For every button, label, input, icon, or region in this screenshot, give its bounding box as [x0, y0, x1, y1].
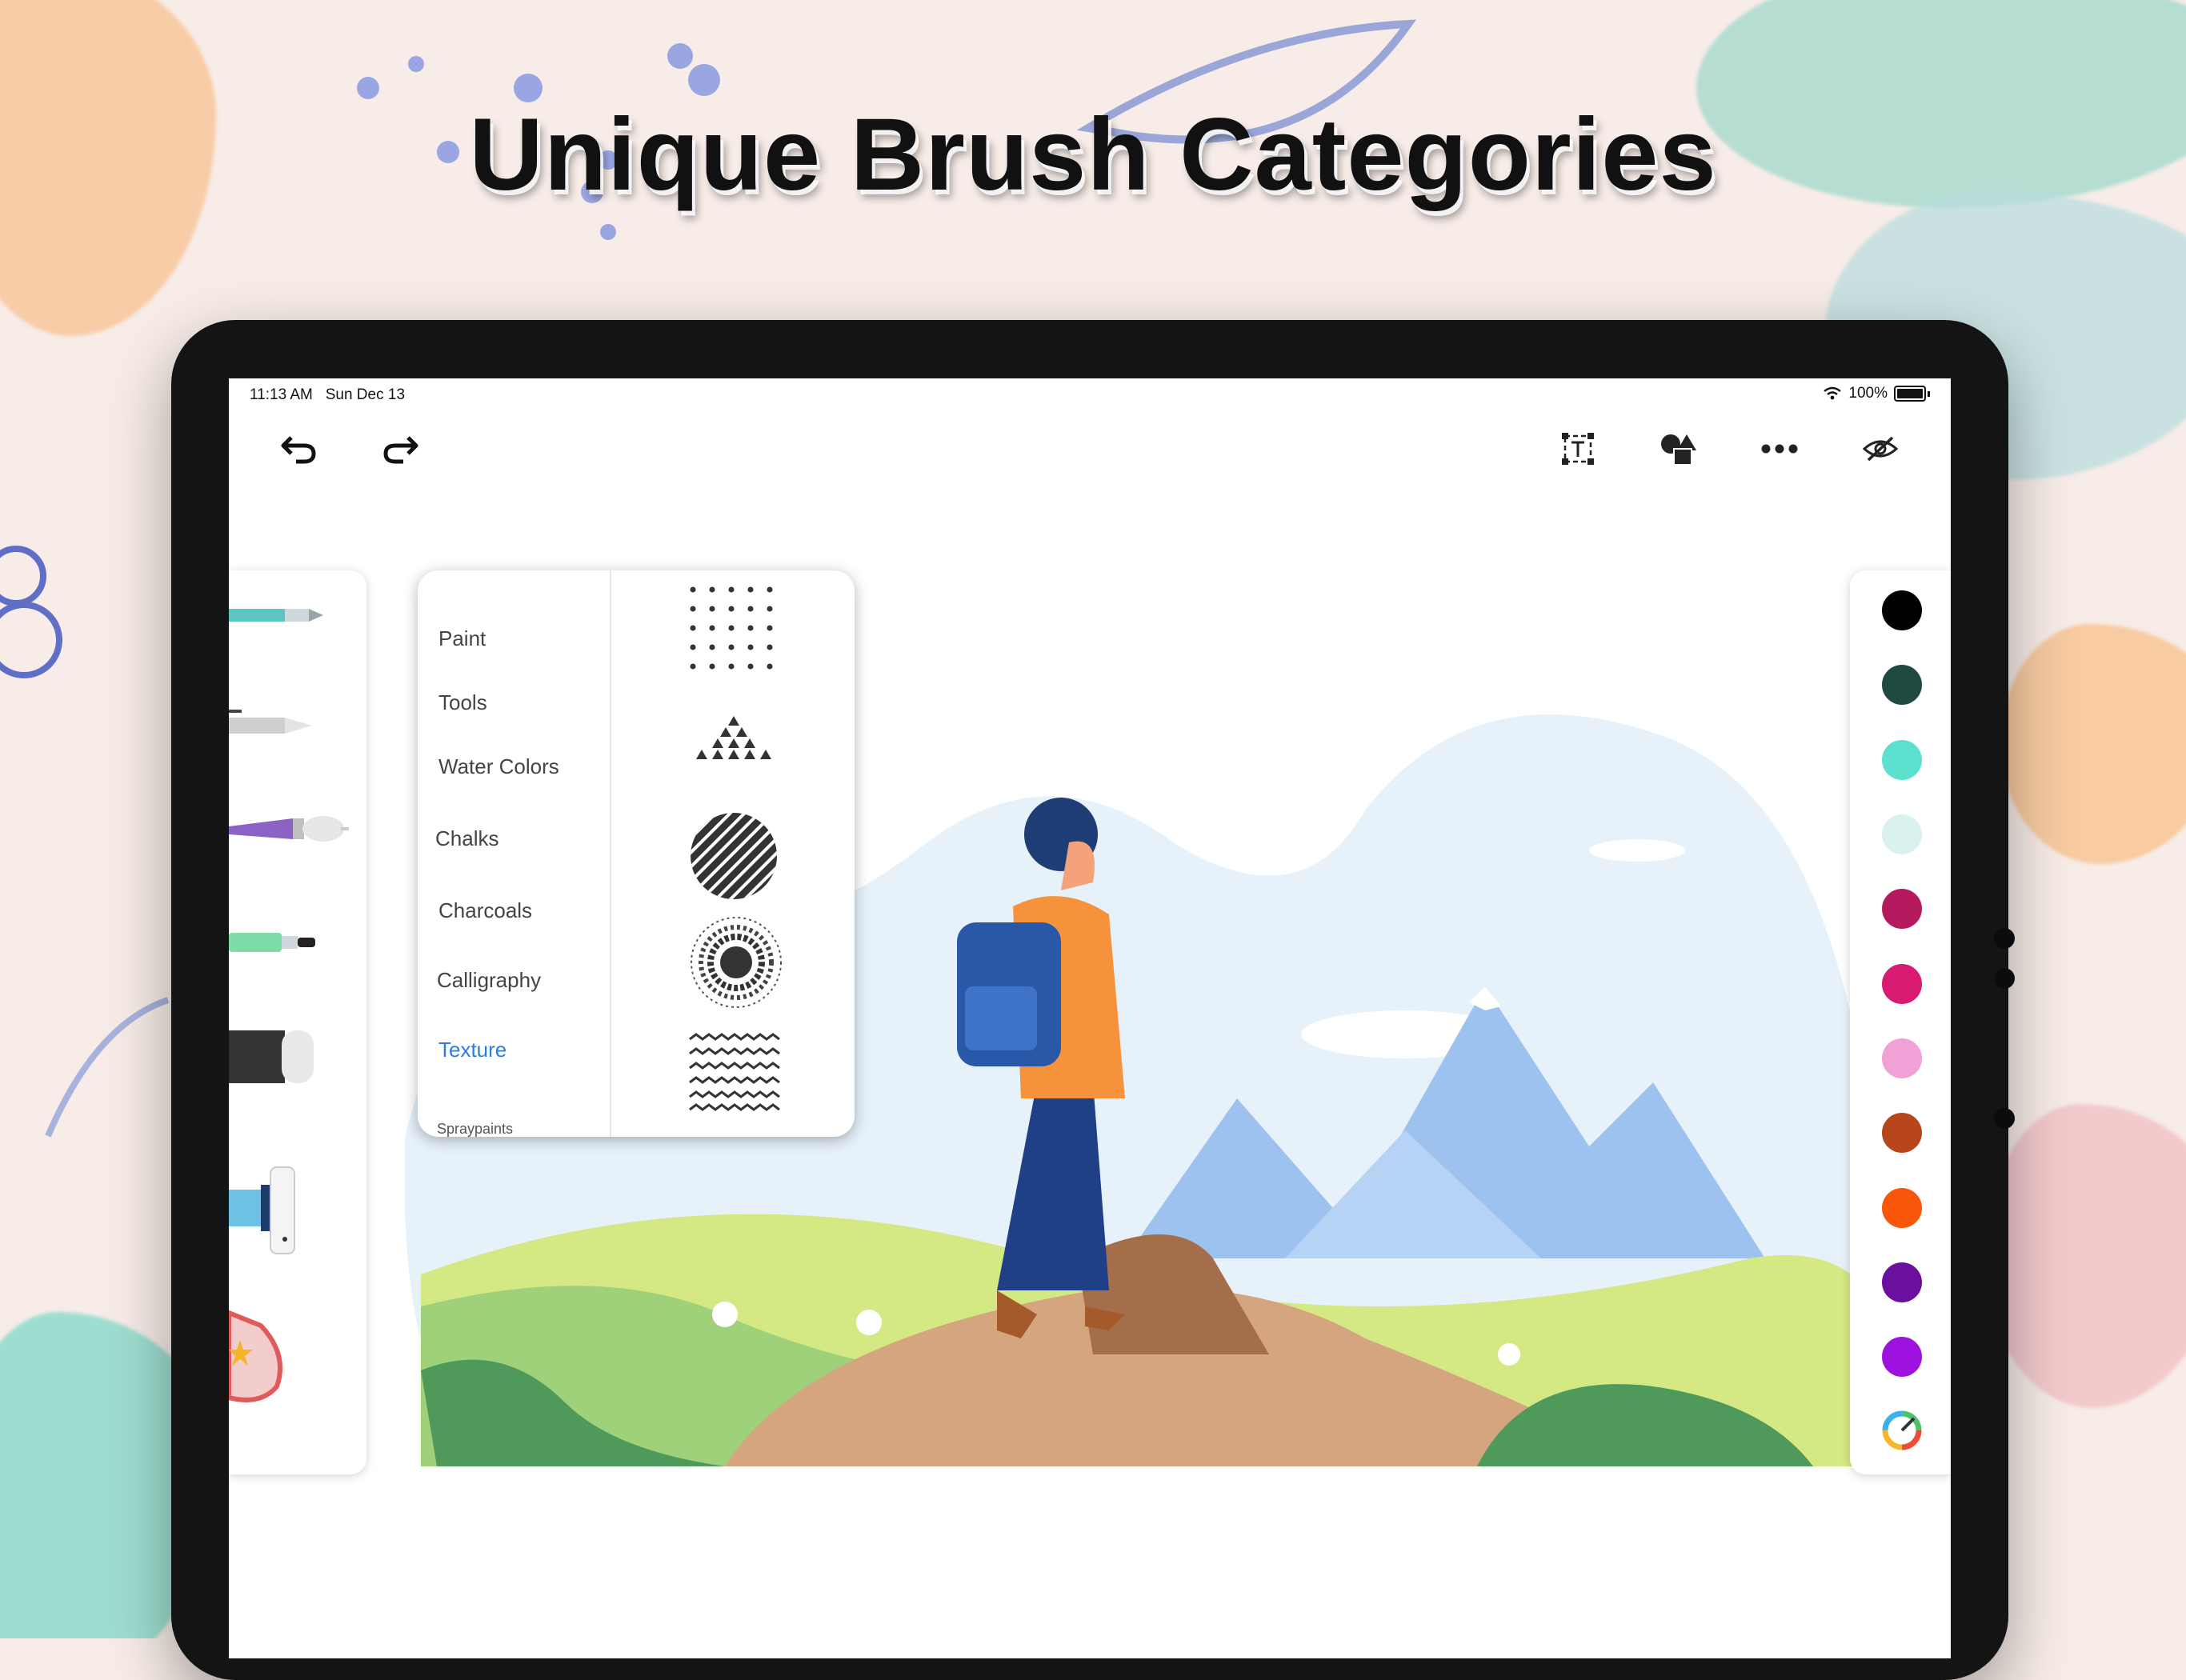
hide-button[interactable] [1855, 423, 1906, 474]
category-spraypaints[interactable]: Spraypaints [437, 1121, 513, 1137]
color-swatch-4[interactable] [1882, 814, 1922, 854]
pencil-brush-icon [229, 609, 323, 622]
side-button [1994, 968, 2015, 989]
sticker-tool-icon [229, 1310, 283, 1402]
texture-diagonal-stripes[interactable] [688, 810, 779, 906]
brush-tool-3[interactable] [229, 810, 349, 854]
category-paint[interactable]: Paint [438, 626, 486, 651]
brush-tool-6[interactable] [229, 1162, 301, 1262]
texture-halftone[interactable] [688, 914, 784, 1014]
color-swatch-7[interactable] [1882, 1038, 1922, 1078]
redo-icon [383, 436, 418, 464]
brush-tool-7[interactable] [229, 1306, 293, 1414]
color-swatch-8[interactable] [1882, 1113, 1922, 1153]
triangles-icon [696, 716, 771, 759]
brush-tool-1[interactable] [229, 602, 325, 630]
brush-tool-5[interactable] [229, 1030, 317, 1087]
text-tool-button[interactable] [1552, 423, 1603, 474]
texture-zigzag[interactable] [688, 1033, 784, 1117]
text-tool-icon [1562, 433, 1594, 465]
side-button [1994, 928, 2015, 949]
round-brush-icon [229, 816, 349, 842]
gray-pencil-brush-icon [229, 710, 312, 734]
color-swatch-5[interactable] [1882, 889, 1922, 929]
color-swatch-11[interactable] [1882, 1337, 1922, 1377]
color-wheel-icon [1882, 1410, 1922, 1450]
brush-tools-panel [229, 570, 366, 1474]
category-calligraphy[interactable]: Calligraphy [437, 968, 541, 993]
shapes-button[interactable] [1653, 423, 1704, 474]
battery-icon [1894, 386, 1926, 402]
status-bar: 11:13 AM Sun Dec 13 100% [229, 378, 1951, 410]
side-button [1994, 1108, 2015, 1129]
category-chalks[interactable]: Chalks [435, 826, 498, 851]
diagonal-stripes-icon [691, 813, 777, 899]
category-charcoals[interactable]: Charcoals [438, 898, 532, 923]
category-water-colors[interactable]: Water Colors [438, 754, 559, 779]
battery-percent: 100% [1848, 385, 1888, 402]
brush-tool-2[interactable] [229, 706, 325, 742]
texture-triangles[interactable] [688, 714, 779, 766]
status-time: 11:13 AM [250, 386, 313, 403]
undo-icon [281, 436, 316, 464]
dots-grid-icon [690, 586, 773, 670]
brush-category-popup: Paint Tools Water Colors Chalks Charcoal… [418, 570, 855, 1137]
undo-button[interactable] [274, 423, 325, 474]
redo-button[interactable] [374, 423, 426, 474]
eraser-brush-icon [229, 1030, 314, 1083]
color-picker-button[interactable] [1880, 1409, 1924, 1456]
brush-tool-4[interactable] [229, 926, 325, 962]
marker-brush-icon [229, 933, 315, 952]
category-tools[interactable]: Tools [438, 690, 487, 715]
more-button[interactable] [1754, 423, 1805, 474]
zigzag-icon [689, 1033, 780, 1111]
headline: Unique Brush Categories [469, 98, 1717, 212]
color-palette-panel [1850, 570, 1951, 1474]
category-texture[interactable]: Texture [438, 1038, 506, 1062]
halftone-icon [691, 917, 782, 1008]
spray-tool-icon [229, 1166, 295, 1254]
color-swatch-9[interactable] [1882, 1188, 1922, 1228]
color-swatch-1[interactable] [1882, 590, 1922, 630]
color-swatch-10[interactable] [1882, 1262, 1922, 1302]
hide-icon [1862, 436, 1899, 462]
status-date: Sun Dec 13 [325, 386, 406, 403]
texture-dots-grid[interactable] [688, 585, 776, 677]
color-swatch-2[interactable] [1882, 665, 1922, 705]
color-swatch-6[interactable] [1882, 964, 1922, 1004]
color-swatch-3[interactable] [1882, 740, 1922, 780]
app-screen: 11:13 AM Sun Dec 13 100% Paint Tools Wat… [229, 378, 1951, 1658]
more-icon [1761, 444, 1798, 454]
shapes-icon [1661, 434, 1696, 466]
wifi-icon [1824, 386, 1842, 400]
